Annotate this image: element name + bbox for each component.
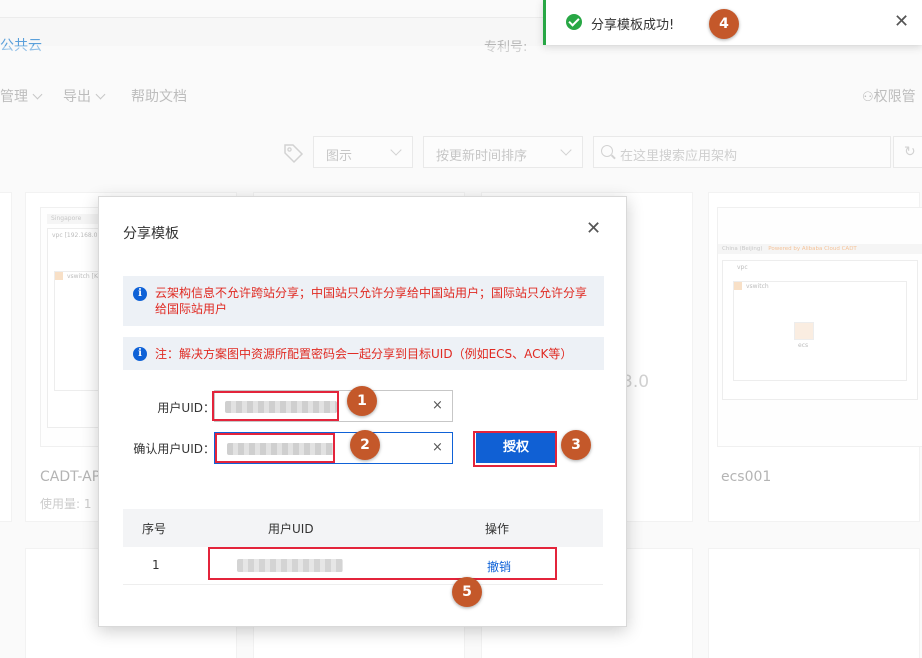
clear-icon[interactable]: × (432, 398, 443, 413)
cross-site-notice: i 云架构信息不允许跨站分享；中国站只允许分享给中国站用户；国际站只允许分享给国… (123, 276, 604, 326)
step-callout-3: 3 (561, 430, 591, 460)
dialog-title: 分享模板 (123, 226, 179, 242)
clear-icon[interactable]: × (432, 440, 443, 455)
step-callout-1: 1 (347, 386, 377, 416)
col-user-uid: 用户UID (268, 522, 314, 536)
col-index: 序号 (142, 522, 167, 536)
highlight-user-uid (212, 391, 339, 421)
confirm-uid-label: 确认用户UID： (133, 442, 215, 456)
info-icon: i (133, 287, 147, 301)
row-index: 1 (152, 558, 160, 572)
password-notice: i 注：解决方案图中资源所配置密码会一起分享到目标UID（例如ECS、ACK等） (123, 337, 604, 370)
check-circle-icon (566, 14, 582, 30)
highlight-confirm-uid (215, 433, 335, 463)
step-callout-4: 4 (709, 9, 739, 39)
password-notice-text: 注：解决方案图中资源所配置密码会一起分享到目标UID（例如ECS、ACK等） (155, 347, 573, 361)
step-callout-5: 5 (452, 577, 482, 607)
toast-message: 分享模板成功! (591, 18, 675, 33)
uid-table-header: 序号 用户UID 操作 (123, 509, 603, 547)
col-action: 操作 (485, 522, 510, 536)
highlight-shared-row (208, 547, 557, 580)
cross-site-notice-text: 云架构信息不允许跨站分享；中国站只允许分享给中国站用户；国际站只允许分享给国际站… (155, 286, 588, 316)
step-callout-2: 2 (350, 430, 380, 460)
highlight-grant-button (473, 431, 557, 467)
close-icon[interactable]: ✕ (586, 218, 601, 239)
user-uid-label: 用户UID： (157, 401, 215, 415)
info-icon: i (133, 347, 147, 361)
close-icon[interactable]: ✕ (894, 11, 909, 32)
